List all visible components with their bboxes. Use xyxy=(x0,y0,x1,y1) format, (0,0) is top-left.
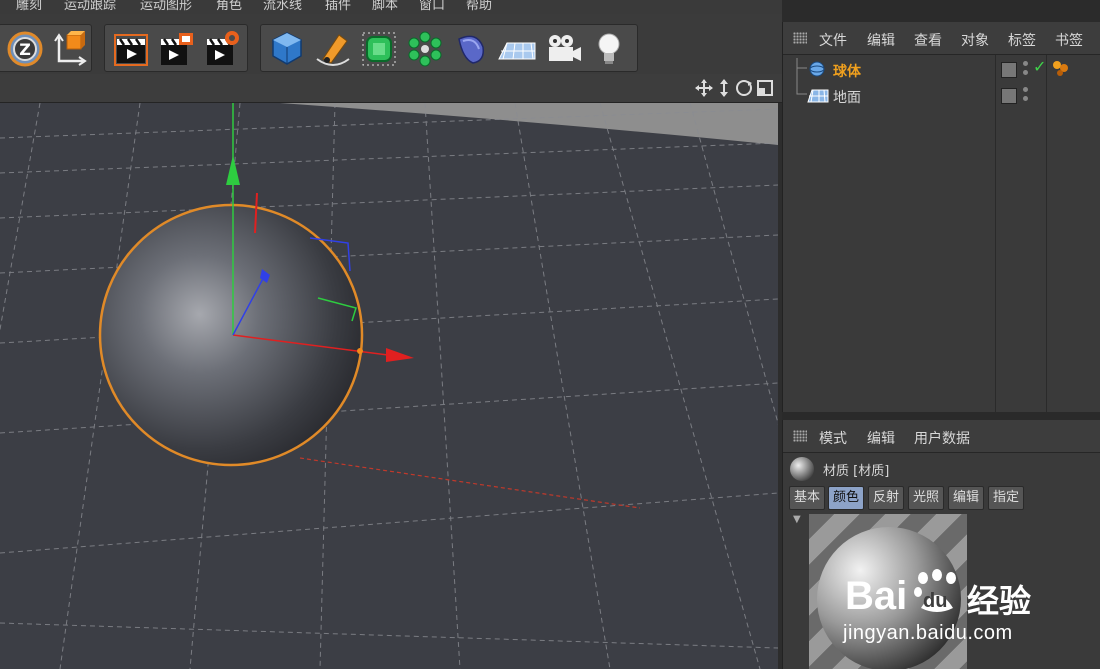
zoom-view-icon[interactable] xyxy=(720,79,728,97)
om-menu-file[interactable]: 文件 xyxy=(819,30,847,50)
deformer-icon[interactable] xyxy=(447,25,491,71)
om-menu-tags[interactable]: 标签 xyxy=(1008,30,1036,50)
sphere-icon xyxy=(809,61,825,77)
enabled-check-icon[interactable]: ✓ xyxy=(1033,57,1046,76)
horizon-background xyxy=(280,103,778,145)
object-row-floor[interactable]: 地面 xyxy=(783,83,1100,107)
watermark-url: jingyan.baidu.com xyxy=(843,622,1013,644)
x-axis-arrow[interactable] xyxy=(386,348,414,362)
om-menu-view[interactable]: 查看 xyxy=(914,30,942,50)
om-menu-bookmarks[interactable]: 书签 xyxy=(1055,30,1083,50)
menu-window[interactable]: 窗口 xyxy=(419,0,445,13)
z-lock-icon[interactable]: Z xyxy=(1,25,45,71)
cloner-icon[interactable] xyxy=(401,25,445,71)
render-settings-icon[interactable] xyxy=(199,25,243,71)
baidu-watermark: Bai du 经验 jingyan.baidu.com xyxy=(843,560,1100,660)
menu-pipeline[interactable]: 流水线 xyxy=(263,0,302,13)
camera-icon[interactable] xyxy=(539,25,583,71)
maximize-view-icon[interactable] xyxy=(757,80,773,96)
viewport-header xyxy=(0,74,782,103)
move-view-icon[interactable] xyxy=(695,79,713,97)
tab-color[interactable]: 颜色 xyxy=(828,486,865,510)
om-menu-edit[interactable]: 编辑 xyxy=(867,30,895,50)
light-icon[interactable] xyxy=(585,25,629,71)
panel-grip-icon[interactable] xyxy=(793,32,807,44)
layer-swatch[interactable] xyxy=(1001,88,1017,104)
tab-illumination[interactable]: 光照 xyxy=(908,486,945,510)
tab-reflectance[interactable]: 反射 xyxy=(868,486,905,510)
watermark-brand-suffix: du xyxy=(923,590,948,612)
menu-plugins[interactable]: 插件 xyxy=(325,0,351,13)
cube-icon[interactable] xyxy=(263,25,307,71)
pen-spline-icon[interactable] xyxy=(309,25,353,71)
editor-visibility-dot[interactable] xyxy=(1023,87,1028,92)
floor-icon xyxy=(807,89,829,103)
tab-editor[interactable]: 编辑 xyxy=(948,486,985,510)
menu-mograph[interactable]: 运动图形 xyxy=(140,0,192,13)
object-name[interactable]: 球体 xyxy=(833,61,861,81)
subdivision-surface-icon[interactable] xyxy=(355,25,399,71)
editor-visibility-dot[interactable] xyxy=(1023,61,1028,66)
render-group xyxy=(104,24,248,72)
am-menu-mode[interactable]: 模式 xyxy=(819,428,847,448)
am-menu-user-data[interactable]: 用户数据 xyxy=(914,428,970,448)
render-visibility-dot[interactable] xyxy=(1023,96,1028,101)
panel-separator[interactable] xyxy=(782,412,1100,420)
object-manager-menubar: 文件 编辑 查看 对象 标签 书签 xyxy=(783,22,1100,55)
create-group xyxy=(260,24,638,72)
object-manager-panel: 文件 编辑 查看 对象 标签 书签 球体 ✓ 地面 xyxy=(782,22,1100,412)
x-axis-grid-line xyxy=(299,457,641,509)
main-menubar: 雕刻 运动跟踪 运动图形 角色 流水线 插件 脚本 窗口 帮助 xyxy=(0,0,782,14)
menu-script[interactable]: 脚本 xyxy=(372,0,398,13)
3d-viewport[interactable] xyxy=(0,103,778,669)
render-picture-viewer-icon[interactable] xyxy=(153,25,197,71)
main-toolbar: Z xyxy=(0,14,782,74)
om-menu-objects[interactable]: 对象 xyxy=(961,30,989,50)
menu-motion-tracking[interactable]: 运动跟踪 xyxy=(64,0,116,13)
rotate-view-icon[interactable] xyxy=(736,80,752,96)
axis-mode-group: Z xyxy=(0,24,92,72)
attribute-manager-menubar: 模式 编辑 用户数据 xyxy=(783,420,1100,453)
menu-character[interactable]: 角色 xyxy=(216,0,242,13)
material-preview-icon xyxy=(790,457,814,481)
material-tag-icon[interactable] xyxy=(1051,59,1071,79)
panel-grip-icon[interactable] xyxy=(793,430,807,442)
object-name[interactable]: 地面 xyxy=(833,87,861,107)
floor-icon[interactable] xyxy=(493,25,537,71)
am-menu-edit[interactable]: 编辑 xyxy=(867,428,895,448)
render-visibility-dot[interactable] xyxy=(1023,70,1028,75)
object-row-sphere[interactable]: 球体 ✓ xyxy=(783,57,1100,81)
sphere-object[interactable] xyxy=(98,203,364,467)
x-axis-handle[interactable] xyxy=(357,348,363,354)
tab-assign[interactable]: 指定 xyxy=(988,486,1025,510)
y-axis-arrow[interactable] xyxy=(226,155,240,185)
material-title: 材质 [材质] xyxy=(823,464,890,479)
layer-swatch[interactable] xyxy=(1001,62,1017,78)
watermark-brand: Bai xyxy=(845,574,908,618)
menu-sculpt[interactable]: 雕刻 xyxy=(16,0,42,13)
svg-text:Z: Z xyxy=(19,40,31,59)
attribute-manager-panel: 模式 编辑 用户数据 材质 [材质] 基本 颜色 反射 光照 编辑 指定 ▼ B… xyxy=(782,420,1100,669)
viewport-nav-icons xyxy=(694,78,774,102)
collapse-triangle-icon[interactable]: ▼ xyxy=(793,514,801,525)
tab-basic[interactable]: 基本 xyxy=(789,486,826,510)
watermark-cn: 经验 xyxy=(967,582,1032,620)
render-view-icon[interactable] xyxy=(107,25,151,71)
coordinate-axis-icon[interactable] xyxy=(45,25,89,71)
menu-help[interactable]: 帮助 xyxy=(466,0,492,13)
